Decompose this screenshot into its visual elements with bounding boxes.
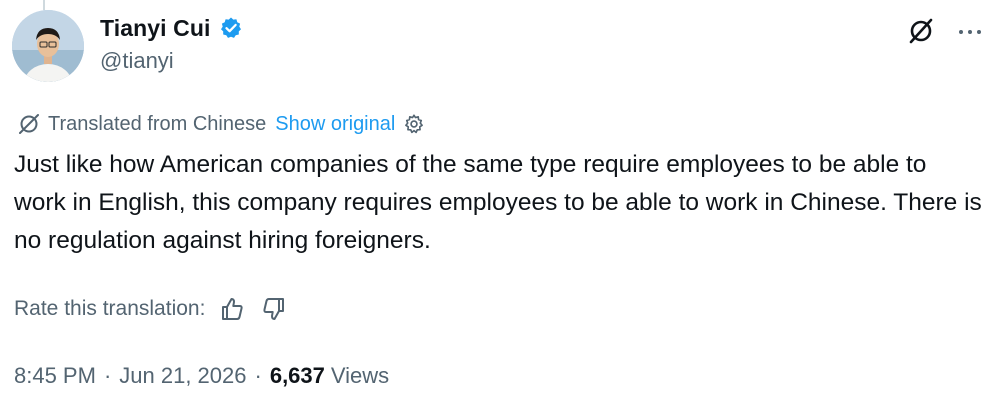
- translation-bar: Translated from Chinese Show original: [16, 110, 425, 138]
- grok-icon[interactable]: [906, 16, 936, 46]
- thread-line: [43, 0, 45, 10]
- translation-label: Translated from Chinese: [48, 112, 267, 135]
- show-original-link[interactable]: Show original: [275, 113, 395, 136]
- rate-translation-label: Rate this translation:: [14, 297, 206, 320]
- views-label: Views: [330, 363, 390, 388]
- thumbs-up-icon[interactable]: [217, 294, 247, 324]
- author-handle[interactable]: @tianyi: [100, 48, 174, 74]
- verified-badge-icon[interactable]: [219, 16, 243, 40]
- tweet-date[interactable]: Jun 21, 2026: [119, 363, 246, 389]
- views-count: 6,637: [269, 363, 325, 388]
- tweet-meta: 8:45 PM · Jun 21, 2026 · 6,637 Views: [14, 360, 389, 392]
- tweet-text: Just like how American companies of the …: [14, 151, 982, 254]
- more-icon[interactable]: [954, 22, 986, 42]
- thumbs-down-icon[interactable]: [259, 294, 289, 324]
- translate-icon: [16, 111, 42, 137]
- separator-dot: ·: [103, 363, 112, 388]
- gear-icon[interactable]: [403, 113, 425, 135]
- tweet-time[interactable]: 8:45 PM: [14, 363, 96, 389]
- separator-dot: ·: [254, 363, 262, 388]
- author-name-row[interactable]: Tianyi Cui: [100, 11, 243, 45]
- author-display-name[interactable]: Tianyi Cui: [100, 15, 211, 42]
- avatar[interactable]: [12, 10, 84, 82]
- rate-translation-row: Rate this translation:: [14, 292, 289, 326]
